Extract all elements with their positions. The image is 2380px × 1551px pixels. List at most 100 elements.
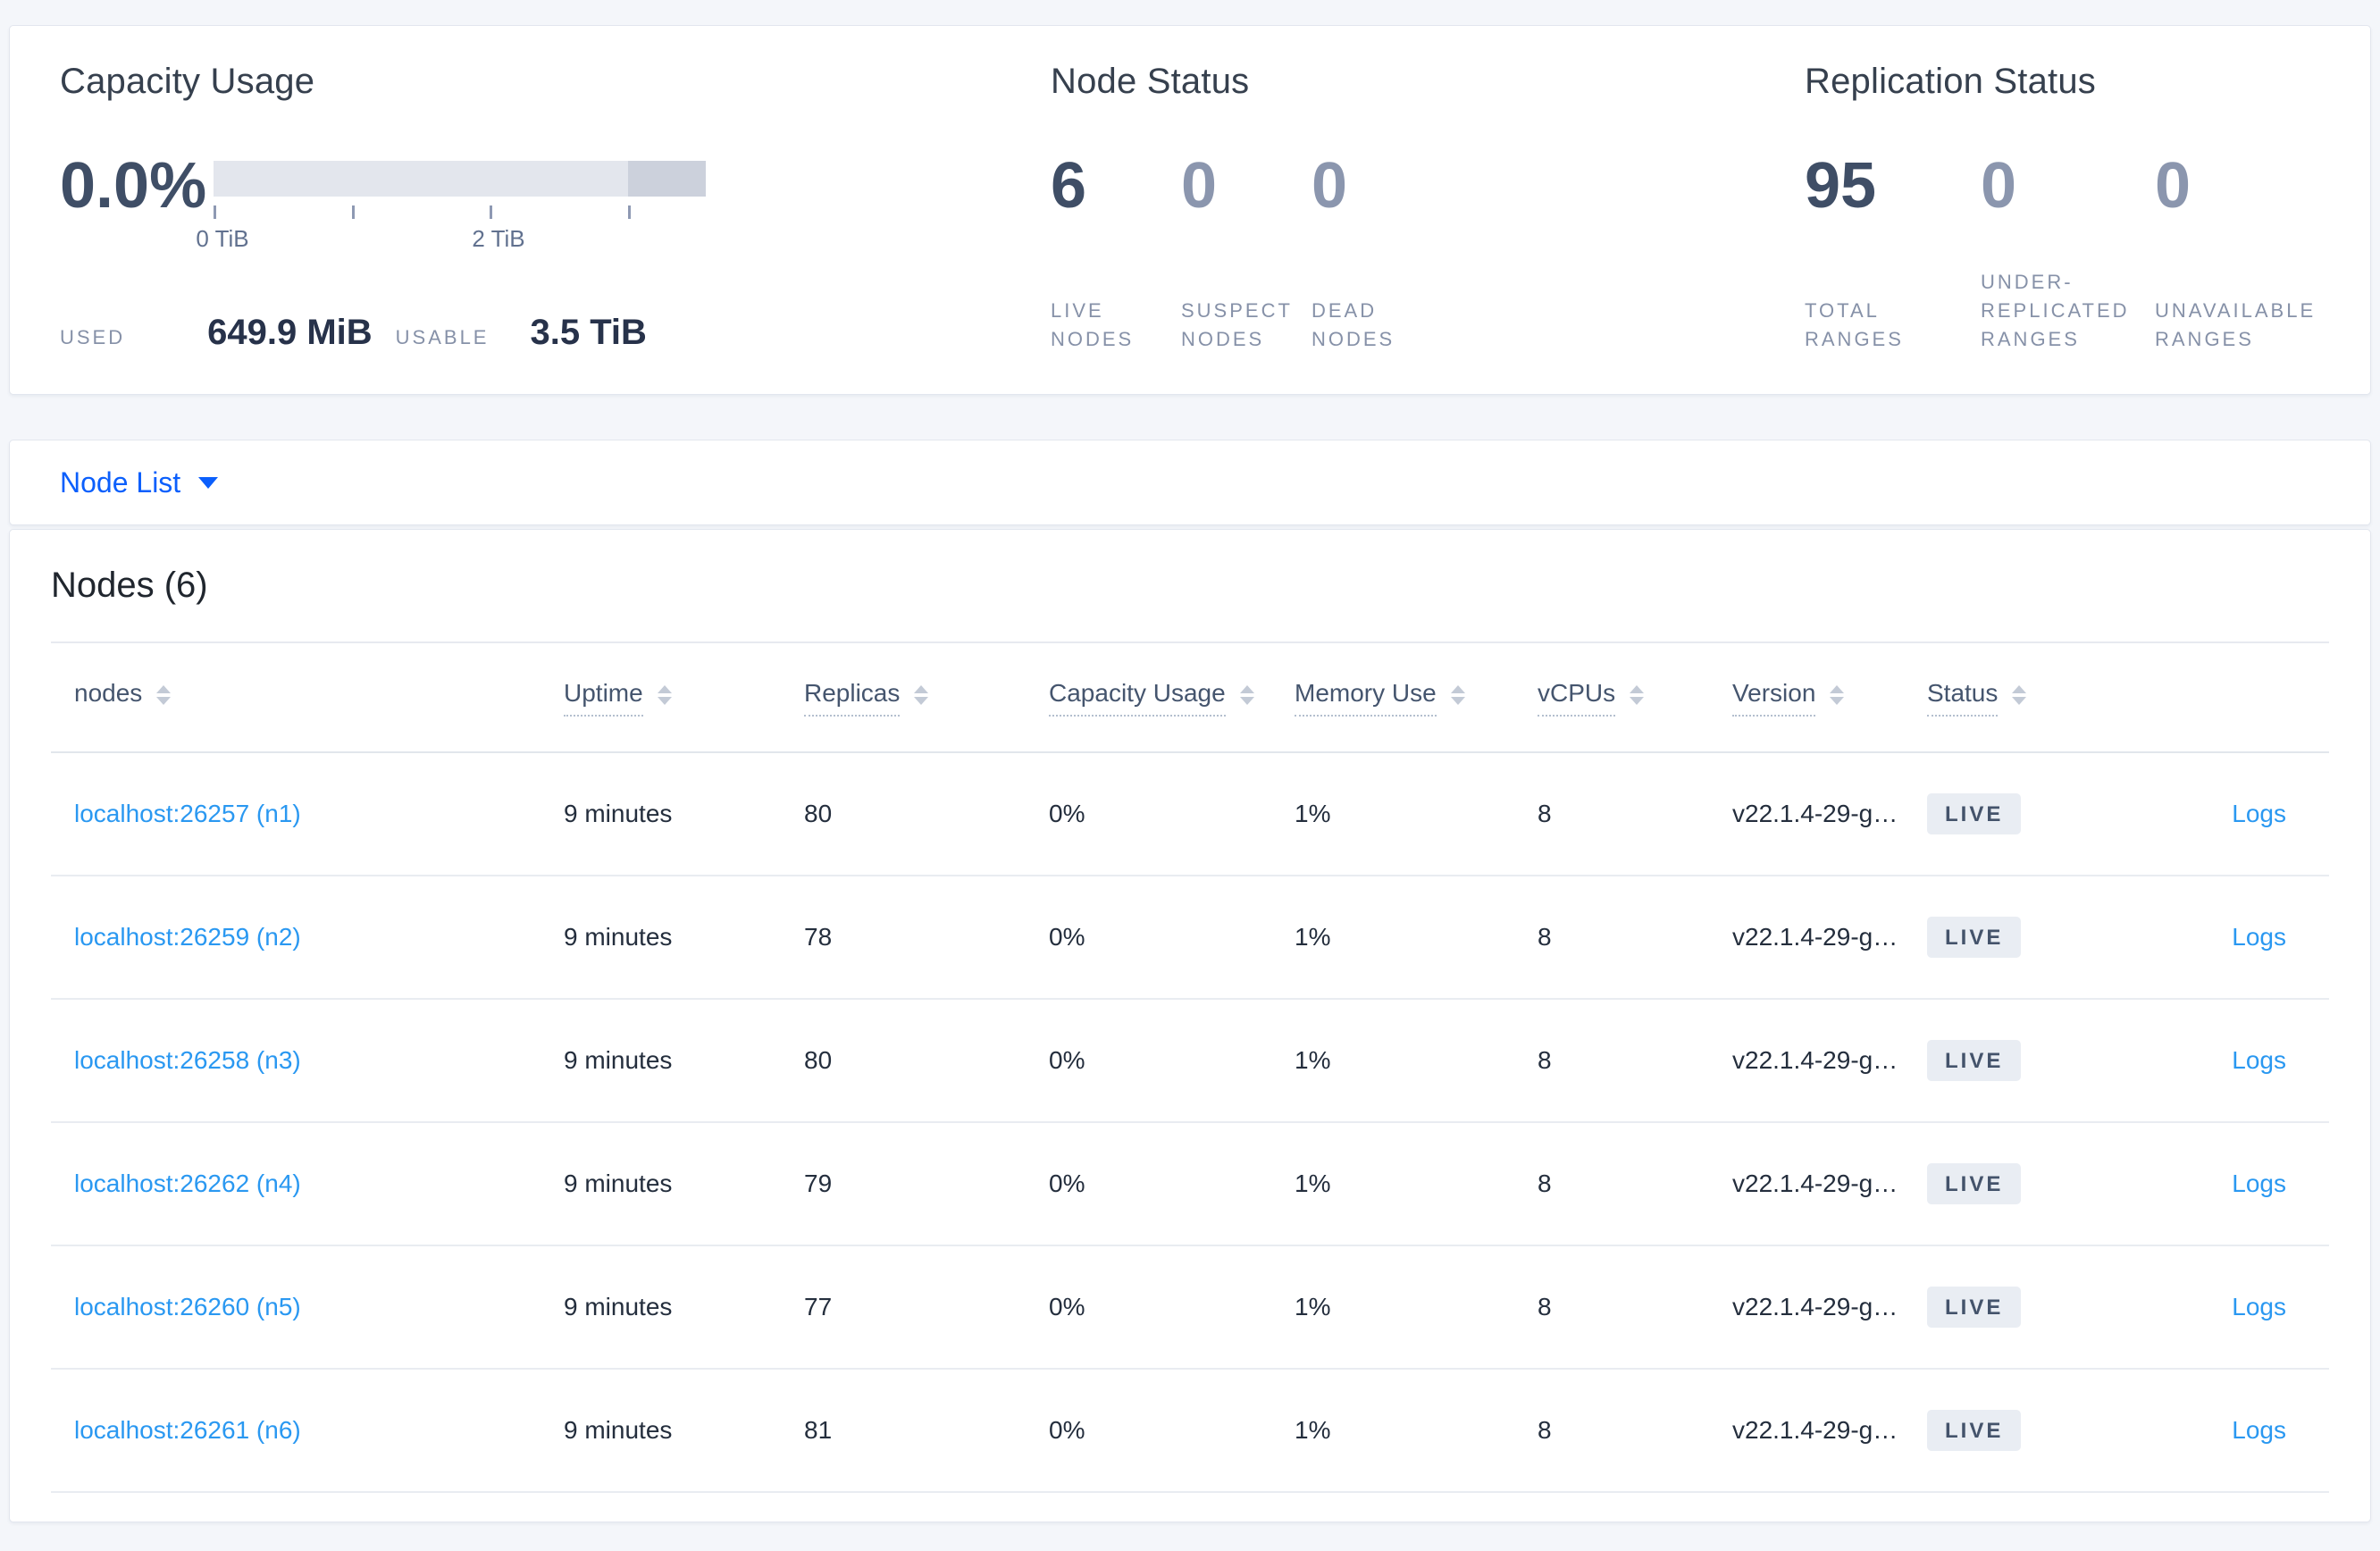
- vcpus-cell: 8: [1538, 1170, 1552, 1197]
- capacity-usage-section: Capacity Usage 0.0% 0 TiB 2 TiB USED 649…: [60, 62, 1007, 394]
- capacity-usage-cell: 0%: [1049, 1170, 1085, 1197]
- table-row: localhost:26261 (n6) 9 minutes 81 0% 1% …: [51, 1370, 2329, 1493]
- axis-tick-label: 2 TiB: [472, 225, 525, 252]
- capacity-bar-chart: 0 TiB 2 TiB: [196, 161, 706, 254]
- version-cell: v22.1.4-29-g…: [1732, 923, 1898, 951]
- uptime-cell: 9 minutes: [564, 800, 673, 827]
- column-header-version[interactable]: Version: [1732, 679, 1927, 717]
- vcpus-cell: 8: [1538, 1293, 1552, 1320]
- logs-link[interactable]: Logs: [2232, 923, 2286, 951]
- column-header-memory-use[interactable]: Memory Use: [1295, 679, 1538, 717]
- node-status-title: Node Status: [1051, 62, 1250, 101]
- logs-link[interactable]: Logs: [2232, 1170, 2286, 1197]
- node-link[interactable]: localhost:26257 (n1): [74, 800, 301, 827]
- axis-tick-label: 0 TiB: [196, 225, 249, 252]
- table-header-row: nodes Uptime Replicas Capacity Usage Mem…: [51, 643, 2329, 753]
- live-nodes-stat: 6 LIVE NODES: [1051, 154, 1181, 354]
- node-link[interactable]: localhost:26262 (n4): [74, 1170, 301, 1197]
- capacity-usage-cell: 0%: [1049, 1416, 1085, 1444]
- sort-icon: [2012, 684, 2027, 705]
- live-nodes-value: 6: [1051, 150, 1087, 222]
- table-title-block: Nodes (6): [51, 530, 2329, 643]
- capacity-usage-cell: 0%: [1049, 923, 1085, 951]
- replicas-cell: 80: [804, 800, 833, 827]
- node-link[interactable]: localhost:26261 (n6): [74, 1416, 301, 1444]
- capacity-usage-title: Capacity Usage: [60, 62, 315, 101]
- column-header-replicas[interactable]: Replicas: [804, 679, 1049, 717]
- dead-nodes-stat: 0 DEAD NODES: [1312, 154, 1442, 354]
- status-badge: LIVE: [1927, 1040, 2022, 1081]
- version-cell: v22.1.4-29-g…: [1732, 1293, 1898, 1320]
- suspect-nodes-label: SUSPECT NODES: [1181, 299, 1293, 350]
- logs-link[interactable]: Logs: [2232, 1046, 2286, 1074]
- uptime-cell: 9 minutes: [564, 1416, 673, 1444]
- memory-use-cell: 1%: [1295, 800, 1331, 827]
- node-link[interactable]: localhost:26258 (n3): [74, 1046, 301, 1074]
- total-ranges-stat: 95 TOTAL RANGES: [1805, 154, 1981, 354]
- uptime-cell: 9 minutes: [564, 1293, 673, 1320]
- used-value: 649.9 MiB: [207, 313, 373, 352]
- capacity-usage-cell: 0%: [1049, 1293, 1085, 1320]
- memory-use-cell: 1%: [1295, 1170, 1331, 1197]
- sort-icon: [1630, 684, 1645, 705]
- uptime-cell: 9 minutes: [564, 1046, 673, 1074]
- vcpus-cell: 8: [1538, 1416, 1552, 1444]
- status-badge: LIVE: [1927, 1287, 2022, 1328]
- nodes-table-card: Nodes (6) nodes Uptime Replicas Capacity…: [9, 529, 2371, 1522]
- node-link[interactable]: localhost:26259 (n2): [74, 923, 301, 951]
- logs-link[interactable]: Logs: [2232, 1416, 2286, 1444]
- axis-tick: [214, 205, 216, 219]
- under-replicated-ranges-value: 0: [1981, 150, 2017, 222]
- table-row: localhost:26257 (n1) 9 minutes 80 0% 1% …: [51, 753, 2329, 876]
- axis-tick: [628, 205, 631, 219]
- usable-value: 3.5 TiB: [530, 313, 647, 352]
- node-link[interactable]: localhost:26260 (n5): [74, 1293, 301, 1320]
- used-label: USED: [60, 326, 126, 348]
- version-cell: v22.1.4-29-g…: [1732, 1416, 1898, 1444]
- vcpus-cell: 8: [1538, 800, 1552, 827]
- unavailable-ranges-label: UNAVAILABLE RANGES: [2155, 299, 2317, 350]
- table-row: localhost:26260 (n5) 9 minutes 77 0% 1% …: [51, 1246, 2329, 1370]
- version-cell: v22.1.4-29-g…: [1732, 800, 1898, 827]
- memory-use-cell: 1%: [1295, 923, 1331, 951]
- column-header-nodes[interactable]: nodes: [51, 679, 564, 717]
- replicas-cell: 77: [804, 1293, 833, 1320]
- column-header-status[interactable]: Status: [1927, 679, 2133, 717]
- column-header-vcpus[interactable]: vCPUs: [1538, 679, 1732, 717]
- capacity-percent-value: 0.0%: [60, 150, 207, 222]
- node-list-dropdown[interactable]: Node List: [60, 466, 219, 499]
- sort-icon: [1239, 684, 1254, 705]
- axis-tick: [352, 205, 355, 219]
- table-row: localhost:26258 (n3) 9 minutes 80 0% 1% …: [51, 1000, 2329, 1123]
- capacity-usage-cell: 0%: [1049, 800, 1085, 827]
- column-header-capacity-usage[interactable]: Capacity Usage: [1049, 679, 1295, 717]
- view-selector-bar: Node List: [9, 440, 2371, 525]
- sort-icon: [1830, 684, 1845, 705]
- dead-nodes-label: DEAD NODES: [1312, 299, 1395, 350]
- memory-use-cell: 1%: [1295, 1416, 1331, 1444]
- replicas-cell: 79: [804, 1170, 833, 1197]
- column-header-uptime[interactable]: Uptime: [564, 679, 804, 717]
- under-replicated-ranges-stat: 0 UNDER-REPLICATED RANGES: [1981, 154, 2155, 354]
- total-ranges-value: 95: [1805, 150, 1877, 222]
- version-cell: v22.1.4-29-g…: [1732, 1046, 1898, 1074]
- unavailable-ranges-value: 0: [2155, 150, 2191, 222]
- node-status-section: Node Status 6 LIVE NODES 0 SUSPECT NODES…: [1051, 62, 1765, 394]
- sort-icon: [657, 684, 672, 705]
- live-nodes-label: LIVE NODES: [1051, 299, 1135, 350]
- logs-link[interactable]: Logs: [2232, 800, 2286, 827]
- under-replicated-ranges-label: UNDER-REPLICATED RANGES: [1981, 271, 2130, 350]
- unavailable-ranges-stat: 0 UNAVAILABLE RANGES: [2155, 154, 2359, 354]
- uptime-cell: 9 minutes: [564, 923, 673, 951]
- replicas-cell: 81: [804, 1416, 833, 1444]
- replication-status-title: Replication Status: [1805, 62, 2097, 101]
- dead-nodes-value: 0: [1312, 150, 1348, 222]
- total-ranges-label: TOTAL RANGES: [1805, 299, 1904, 350]
- usable-label: USABLE: [395, 326, 490, 348]
- logs-link[interactable]: Logs: [2232, 1293, 2286, 1320]
- replicas-cell: 80: [804, 1046, 833, 1074]
- sort-icon: [156, 684, 172, 705]
- axis-tick: [490, 205, 492, 219]
- nodes-table-title: Nodes (6): [51, 566, 208, 605]
- capacity-usage-cell: 0%: [1049, 1046, 1085, 1074]
